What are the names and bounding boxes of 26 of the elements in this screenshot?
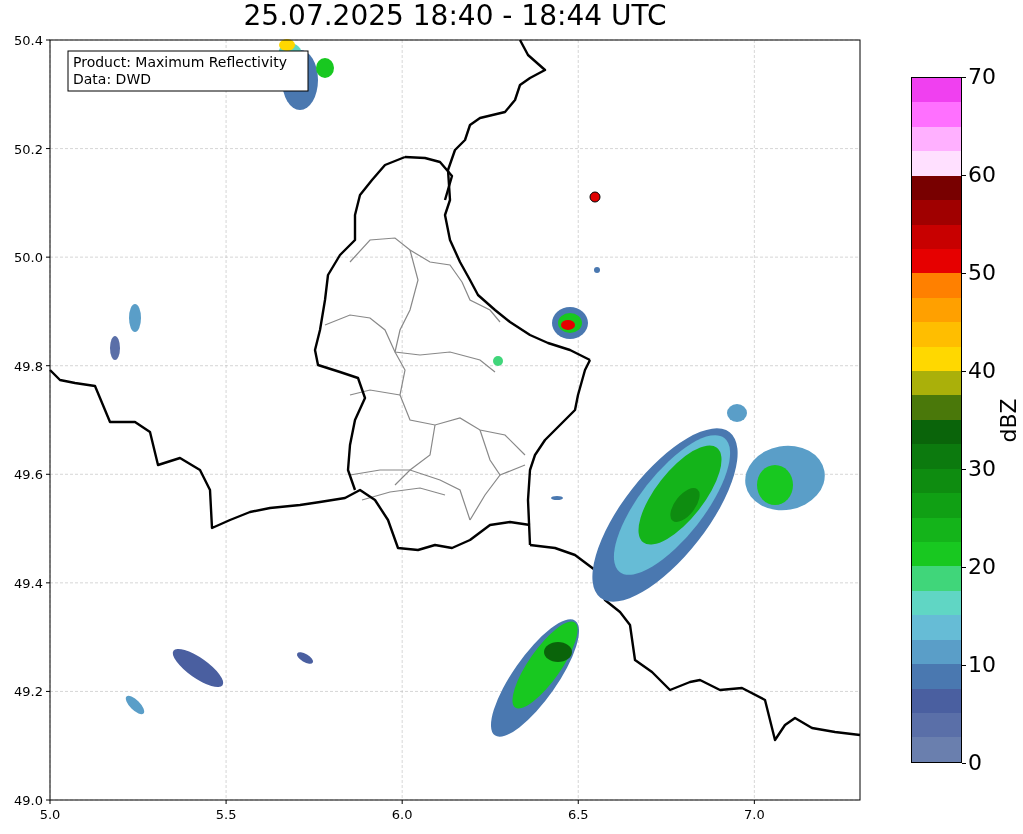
- legend-text: Product: Maximum Reflectivity: [73, 54, 287, 70]
- axis-tick-label: 5.5: [215, 807, 237, 822]
- scale-tick-label: 70: [968, 66, 996, 88]
- axis-tick-label: 49.0: [14, 793, 43, 808]
- axis-tick-label: 5.0: [39, 807, 61, 822]
- axis-tick-label: 49.2: [14, 684, 43, 700]
- scale-tick-label: 20: [968, 556, 996, 578]
- axis-tick-label: 49.8: [14, 358, 43, 374]
- axis-tick-label: 50.2: [14, 141, 43, 157]
- scale-tick-label: 30: [968, 458, 996, 480]
- scale-unit-label: dBZ: [995, 397, 1021, 443]
- axis-tick-label: 49.6: [14, 467, 43, 483]
- scale-tick-label: 60: [968, 164, 996, 186]
- axis-tick-label: 50.0: [14, 250, 43, 266]
- scale-tick-label: 40: [968, 360, 996, 382]
- axis-tick-label: 6.5: [567, 807, 589, 822]
- scale-tick-label: 0: [968, 752, 982, 774]
- axis-tick-label: 50.4: [14, 33, 43, 48]
- legend-text: Data: DWD: [73, 71, 151, 87]
- location-marker: [589, 191, 601, 203]
- chart-title: 25.07.2025 18:40 - 18:44 UTC: [243, 0, 667, 32]
- axis-tick-label: 7.0: [744, 807, 765, 822]
- axis-tick-label: 6.0: [391, 807, 413, 822]
- axis-tick-label: 49.4: [14, 575, 43, 591]
- scale-tick-label: 50: [968, 262, 996, 284]
- scale-tick-label: 10: [968, 654, 996, 676]
